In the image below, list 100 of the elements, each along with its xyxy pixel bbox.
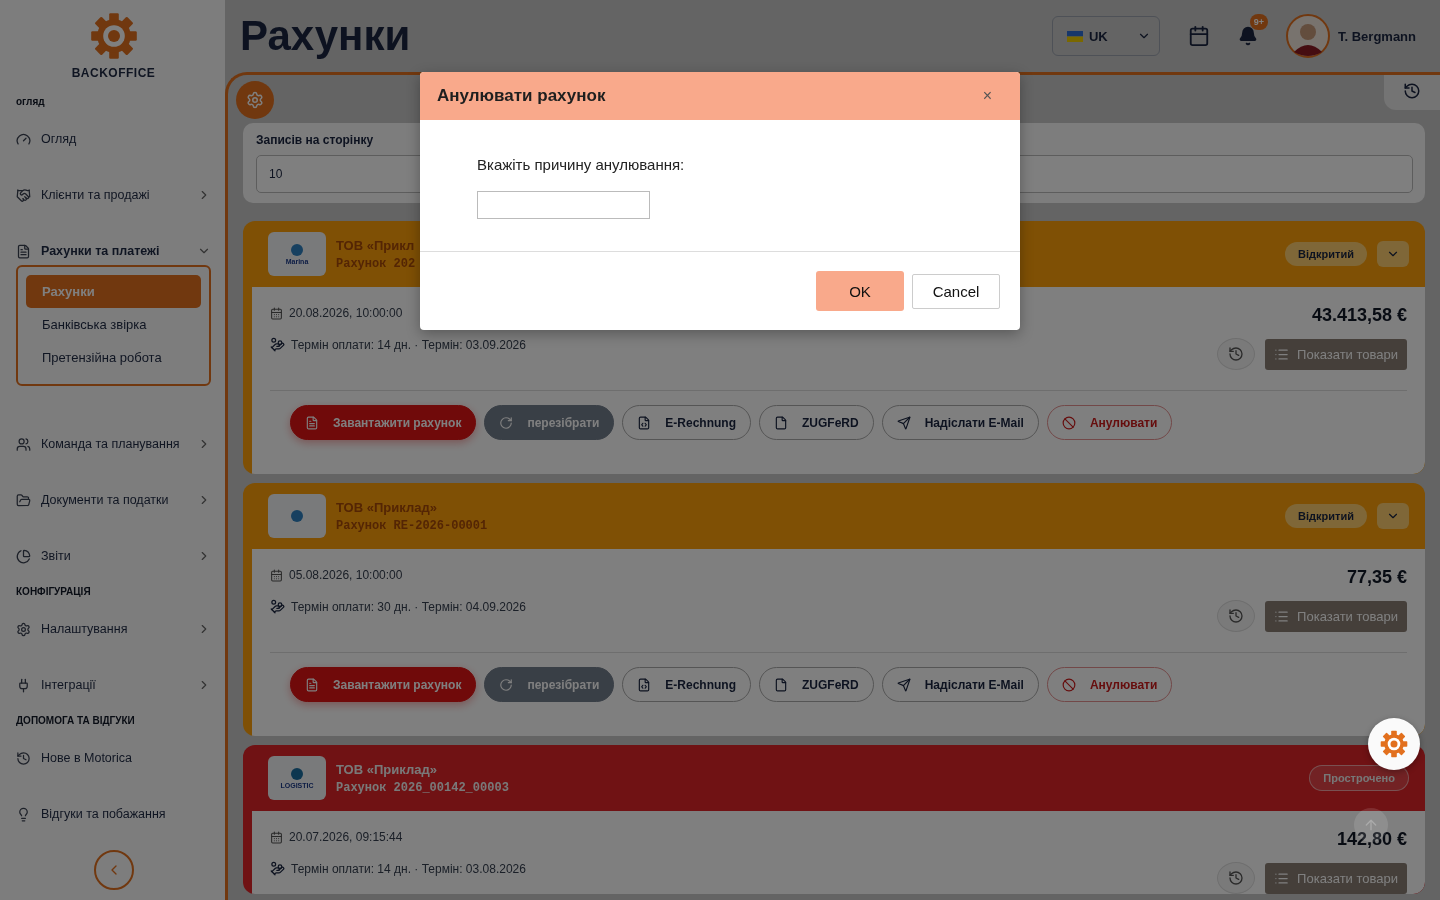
submenu-item[interactable]: Банківська звірка — [26, 308, 201, 341]
invoice-date: 20.08.2026, 10:00:00 — [289, 306, 403, 320]
section-title: ДОПОМОГА ТА ВІДГУКИ — [16, 715, 136, 726]
history-button[interactable] — [1217, 338, 1256, 370]
cancel-button[interactable]: Cancel — [912, 274, 1000, 309]
file-icon — [774, 415, 788, 430]
list-icon — [1274, 870, 1290, 886]
ban-icon — [1061, 415, 1076, 430]
menu-icon — [16, 436, 31, 452]
history-icon — [1228, 608, 1245, 624]
field-label: Записів на сторінку — [256, 133, 375, 147]
action-button[interactable]: Завантажити рахунок — [290, 667, 477, 702]
sidebar-item[interactable]: Звіти — [16, 528, 211, 584]
sidebar-item[interactable]: Налаштування — [16, 601, 211, 657]
list-icon — [1274, 608, 1290, 624]
submenu-item[interactable]: Рахунки — [26, 275, 201, 308]
history-icon — [1228, 870, 1245, 886]
show-items-button[interactable]: Показати товари — [1265, 338, 1407, 370]
menu-icon — [16, 548, 31, 564]
calendar-icon[interactable] — [1188, 25, 1210, 47]
invoice-amount: 142,80 € — [1336, 829, 1407, 850]
payment-icon — [270, 599, 285, 614]
status-badge: Відкритий — [1285, 242, 1367, 266]
refresh-icon — [499, 415, 514, 430]
action-button[interactable]: E-Rechnung — [622, 667, 751, 702]
settings-icon — [246, 91, 264, 109]
ok-button[interactable]: OK — [816, 271, 904, 311]
close-button[interactable]: × — [982, 87, 992, 105]
company-name: ТОВ «Приклад» — [336, 761, 438, 777]
history-button[interactable] — [1217, 862, 1256, 894]
menu-label: Нове в Motorica — [41, 751, 133, 765]
send-icon — [896, 677, 911, 692]
invoice-amount: 43.413,58 € — [1311, 305, 1407, 326]
file-icon — [305, 677, 319, 692]
submenu-item[interactable]: Претензійна робота — [26, 341, 201, 374]
action-button[interactable]: перезібрати — [484, 667, 615, 702]
history-icon — [1228, 346, 1245, 362]
collapse-button[interactable] — [93, 850, 134, 890]
logo-icon — [89, 12, 138, 60]
sidebar-item[interactable]: Клієнти та продажі — [16, 167, 211, 223]
language-select[interactable]: UK — [1052, 16, 1160, 56]
logo-icon — [1380, 730, 1408, 758]
menu-icon — [16, 806, 31, 822]
action-button[interactable]: ZUGFeRD — [759, 667, 874, 702]
sidebar-item[interactable]: Відгуки та побажання — [16, 786, 211, 842]
settings-button[interactable] — [236, 81, 274, 119]
sidebar-item[interactable]: Документи та податки — [16, 472, 211, 528]
sidebar-item[interactable]: Інтеграції — [16, 657, 211, 713]
action-button[interactable]: перезібрати — [484, 405, 615, 440]
payment-terms: Термін оплати: 14 дн. · Термін: 03.09.2026 — [291, 337, 526, 352]
payment-icon — [270, 337, 285, 352]
menu-icon — [16, 750, 31, 766]
dialog-prompt: Вкажіть причину анулювання: — [477, 156, 686, 173]
menu-label: Звіти — [41, 549, 72, 563]
page-title: Рахунки — [240, 12, 412, 60]
menu-icon — [16, 492, 31, 508]
menu-icon — [16, 131, 31, 147]
payment-terms: Термін оплати: 30 дн. · Термін: 04.09.2026 — [291, 599, 526, 614]
section-title: КОНФІГУРАЦІЯ — [16, 586, 92, 597]
show-items-button[interactable]: Показати товари — [1265, 862, 1407, 894]
ban-icon — [1061, 677, 1076, 692]
invoice-amount: 77,35 € — [1346, 567, 1407, 588]
brand-name: BACKOFFICE — [71, 66, 156, 80]
menu-icon — [16, 243, 31, 259]
menu-label: Команда та планування — [41, 437, 181, 451]
send-icon — [896, 415, 911, 430]
action-button[interactable]: Анулювати — [1046, 405, 1173, 440]
status-badge: Відкритий — [1285, 504, 1367, 528]
code-file-icon — [637, 677, 652, 692]
menu-icon — [16, 621, 31, 637]
bell-icon[interactable] — [1238, 26, 1258, 46]
file-icon — [305, 415, 319, 430]
invoice-number: Рахунок 2026_00142_00003 — [336, 780, 510, 795]
action-button[interactable]: Надіслати E-Mail — [881, 667, 1039, 702]
refresh-icon — [499, 677, 514, 692]
dialog-title: Анулювати рахунок — [437, 86, 606, 106]
menu-label: Налаштування — [41, 622, 129, 636]
action-button[interactable]: Надіслати E-Mail — [881, 405, 1039, 440]
menu-icon — [16, 677, 31, 693]
menu-label: Відгуки та побажання — [41, 807, 167, 821]
action-button[interactable]: E-Rechnung — [622, 405, 751, 440]
sidebar-item[interactable]: Нове в Motorica — [16, 730, 211, 786]
invoice-date: 05.08.2026, 10:00:00 — [289, 568, 403, 582]
menu-icon — [16, 187, 31, 203]
invoice-date: 20.07.2026, 09:15:44 — [289, 830, 403, 844]
history-button[interactable] — [1217, 600, 1256, 632]
flag-icon — [1067, 30, 1083, 42]
avatar[interactable] — [1286, 14, 1330, 58]
action-button[interactable]: ZUGFeRD — [759, 405, 874, 440]
sidebar-item[interactable]: Команда та планування — [16, 416, 211, 472]
reason-field[interactable] — [477, 191, 650, 219]
action-button[interactable]: Анулювати — [1046, 667, 1173, 702]
history-button[interactable] — [1384, 75, 1440, 110]
sidebar-item[interactable]: Огляд — [16, 111, 211, 167]
payment-icon — [270, 861, 285, 876]
notification-badge: 9+ — [1249, 14, 1268, 30]
action-button[interactable]: Завантажити рахунок — [290, 405, 477, 440]
show-items-button[interactable]: Показати товари — [1265, 600, 1407, 632]
calendar-icon — [270, 568, 283, 582]
menu-label: Рахунки та платежі — [41, 244, 161, 258]
